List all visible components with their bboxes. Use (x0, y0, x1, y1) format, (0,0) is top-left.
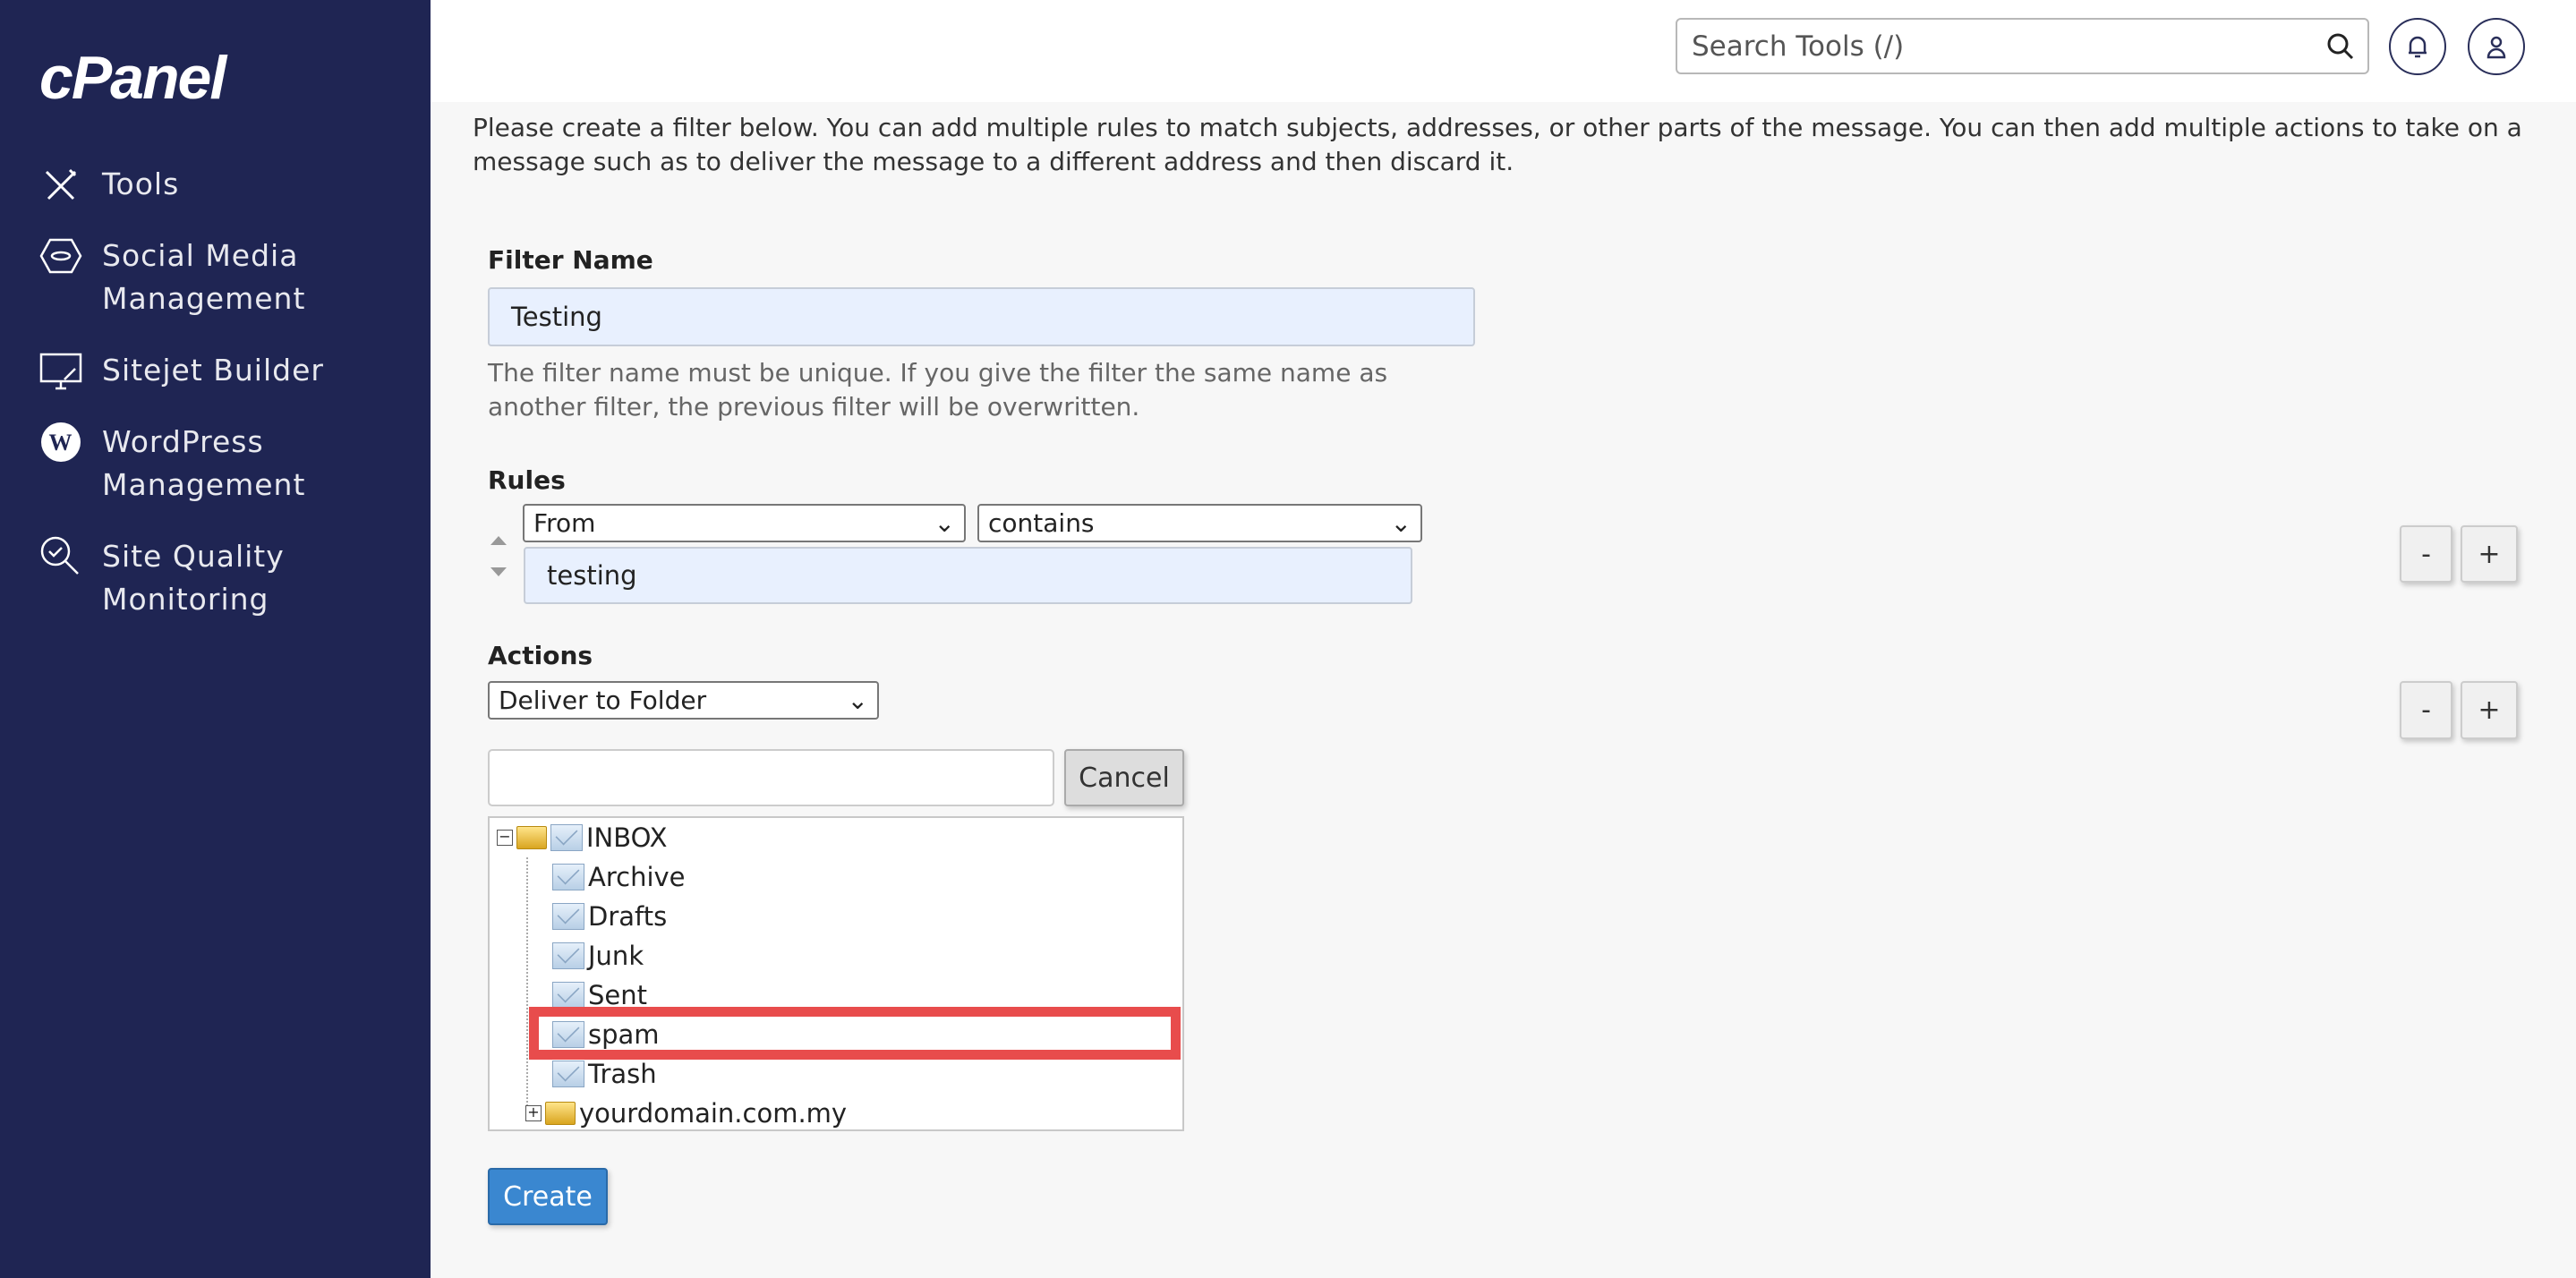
envelope-icon (552, 1061, 584, 1087)
chevron-down-icon: ⌄ (934, 508, 955, 538)
notifications-button[interactable] (2389, 18, 2446, 75)
folder-label: Drafts (588, 901, 668, 932)
sidebar-label: Tools (102, 166, 180, 201)
folder-tree: − INBOX Archive Drafts Junk Sent spam Tr… (488, 816, 1184, 1131)
folder-input[interactable] (488, 749, 1054, 806)
sidebar-item-wordpress[interactable]: W WordPress Management (39, 421, 305, 507)
tree-line (526, 857, 528, 1117)
sidebar: cPanel Tools Social Media Management Site… (0, 0, 431, 1278)
rule-field-value: From (533, 508, 596, 538)
rules-label: Rules (488, 465, 566, 495)
envelope-icon (552, 982, 584, 1009)
tree-item-junk[interactable]: Junk (552, 936, 644, 976)
folder-label: Sent (588, 980, 648, 1010)
folder-label: yourdomain.com.my (579, 1098, 848, 1129)
tree-item-inbox[interactable]: − INBOX (497, 818, 667, 857)
add-action-button[interactable]: + (2461, 681, 2518, 739)
highlight-box (529, 1007, 1181, 1060)
site-quality-icon (40, 536, 79, 575)
remove-rule-button[interactable]: - (2400, 525, 2452, 583)
folder-icon (545, 1102, 576, 1125)
svg-text:W: W (49, 430, 73, 456)
move-down-arrow-icon[interactable] (490, 567, 507, 584)
tree-item-drafts[interactable]: Drafts (552, 897, 667, 936)
filter-name-input[interactable]: Testing (488, 287, 1475, 346)
expand-icon[interactable]: + (525, 1105, 542, 1121)
sidebar-item-tools[interactable]: Tools (39, 163, 179, 206)
filter-name-label: Filter Name (488, 245, 653, 275)
search-input[interactable]: Search Tools (/) (1676, 18, 2369, 74)
sidebar-label: Management (102, 467, 306, 502)
wordpress-icon: W (41, 422, 81, 462)
rule-field-select[interactable]: From ⌄ (523, 504, 966, 542)
tree-item-trash[interactable]: Trash (552, 1054, 657, 1094)
create-button[interactable]: Create (488, 1168, 608, 1225)
rule-operator-select[interactable]: contains ⌄ (977, 504, 1422, 542)
folder-label: Junk (588, 941, 644, 971)
collapse-icon[interactable]: − (497, 830, 513, 846)
sidebar-label: Management (102, 281, 306, 316)
rule-value: testing (547, 560, 637, 591)
sidebar-label: Social Media (102, 238, 299, 273)
user-icon (2486, 36, 2506, 59)
bell-icon (2409, 36, 2427, 58)
add-rule-button[interactable]: + (2461, 525, 2518, 583)
top-header: Search Tools (/) (431, 0, 2576, 102)
action-select[interactable]: Deliver to Folder ⌄ (488, 681, 879, 720)
actions-label: Actions (488, 641, 593, 670)
cancel-button[interactable]: Cancel (1064, 749, 1184, 806)
envelope-icon (552, 903, 584, 930)
chevron-down-icon: ⌄ (1390, 508, 1412, 538)
user-menu-button[interactable] (2468, 18, 2525, 75)
folder-label: INBOX (586, 822, 668, 853)
sidebar-label: Monitoring (102, 582, 269, 617)
search-icon (2327, 33, 2354, 60)
rule-value-input[interactable]: testing (524, 547, 1412, 604)
tools-icon (45, 168, 77, 200)
search-placeholder: Search Tools (/) (1692, 30, 1905, 63)
sidebar-label: Sitejet Builder (102, 353, 324, 388)
remove-action-button[interactable]: - (2400, 681, 2452, 739)
tree-item-domain[interactable]: + yourdomain.com.my (525, 1094, 847, 1133)
sidebar-label: Site Quality (102, 539, 285, 574)
rule-operator-value: contains (988, 508, 1095, 538)
action-value: Deliver to Folder (499, 686, 707, 715)
sidebar-item-social-media[interactable]: Social Media Management (39, 234, 305, 320)
filter-name-value: Testing (511, 302, 602, 332)
folder-label: Archive (588, 862, 686, 892)
social-media-icon (39, 238, 82, 274)
filter-name-help: The filter name must be unique. If you g… (488, 358, 1388, 422)
envelope-icon (552, 864, 584, 890)
chevron-down-icon: ⌄ (847, 686, 868, 715)
tree-item-archive[interactable]: Archive (552, 857, 686, 897)
sidebar-item-sitejet[interactable]: Sitejet Builder (39, 349, 324, 392)
envelope-icon (550, 824, 583, 851)
sidebar-label: WordPress (102, 424, 264, 459)
sitejet-icon (39, 353, 82, 390)
intro-text: Please create a filter below. You can ad… (473, 113, 2522, 176)
folder-label: Trash (588, 1059, 657, 1089)
cpanel-logo[interactable]: cPanel (39, 43, 226, 113)
envelope-icon (552, 942, 584, 969)
sidebar-item-site-quality[interactable]: Site Quality Monitoring (39, 535, 285, 621)
open-folder-icon (516, 826, 547, 849)
move-up-arrow-icon[interactable] (490, 528, 507, 545)
